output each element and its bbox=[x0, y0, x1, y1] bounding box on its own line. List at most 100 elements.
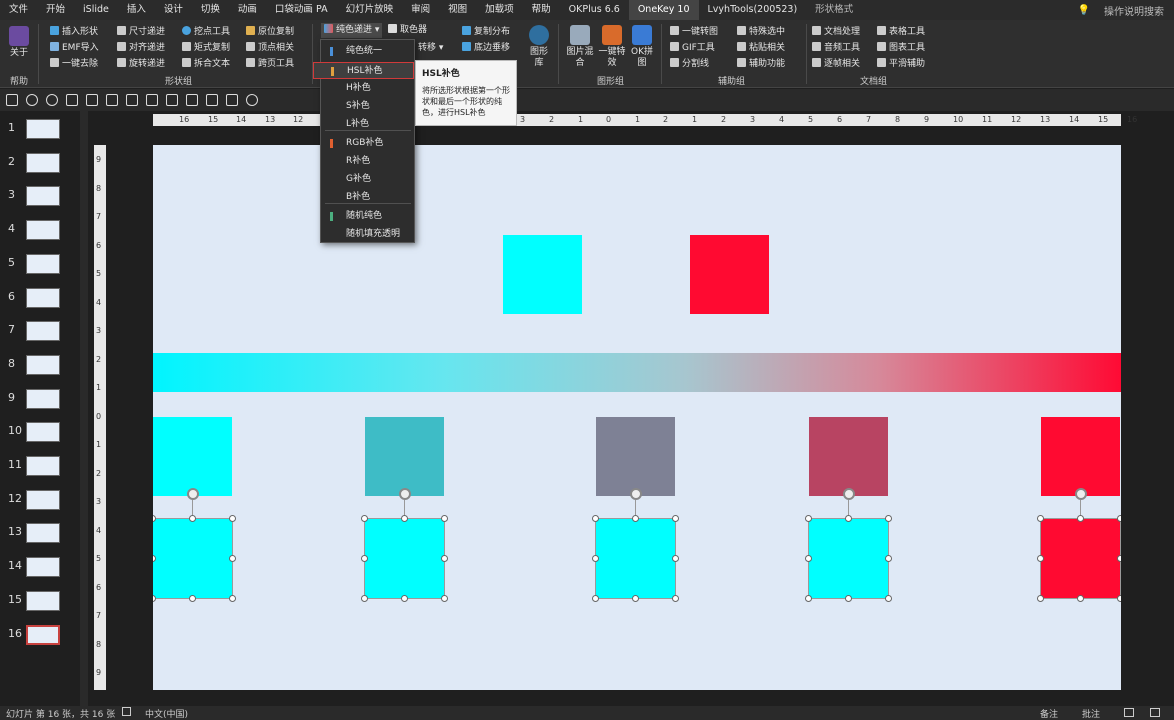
gradient-bar[interactable] bbox=[153, 353, 1121, 392]
resize-handle[interactable] bbox=[1037, 555, 1044, 562]
smooth-aux-button[interactable]: 平滑辅助 bbox=[877, 57, 925, 72]
menu-tab[interactable]: 设计 bbox=[155, 0, 192, 20]
image-merge-button[interactable]: 图片混合 bbox=[564, 25, 596, 69]
slide-thumbnail[interactable]: 15 bbox=[0, 590, 78, 621]
rotate-handle-icon[interactable] bbox=[843, 488, 855, 500]
resize-handle[interactable] bbox=[592, 595, 599, 602]
color-picker-button[interactable]: 取色器 bbox=[388, 23, 427, 38]
slide-thumbnail[interactable]: 9 bbox=[0, 388, 78, 419]
slide-thumbnail[interactable]: 2 bbox=[0, 152, 78, 183]
resize-handle[interactable] bbox=[189, 515, 196, 522]
chart-tool-button[interactable]: 图表工具 bbox=[877, 41, 925, 56]
pointer-icon[interactable] bbox=[106, 94, 118, 106]
menu-tab[interactable]: LvyhTools(200523) bbox=[699, 0, 807, 20]
thumbnail-image[interactable] bbox=[26, 321, 60, 342]
thumbnail-image[interactable] bbox=[26, 354, 60, 375]
slide-thumbnail[interactable]: 5 bbox=[0, 253, 78, 284]
undo-icon[interactable] bbox=[26, 94, 38, 106]
doc-process-button[interactable]: 文档处理 bbox=[812, 25, 860, 40]
dropdown-item[interactable]: H补色 bbox=[321, 80, 414, 97]
resize-handle[interactable] bbox=[885, 595, 892, 602]
menu-tab[interactable]: 帮助 bbox=[523, 0, 560, 20]
resize-handle[interactable] bbox=[361, 595, 368, 602]
size-step-button[interactable]: 尺寸递进 bbox=[117, 25, 165, 40]
resize-handle[interactable] bbox=[805, 555, 812, 562]
resize-handle[interactable] bbox=[229, 595, 236, 602]
rotate-handle-icon[interactable] bbox=[630, 488, 642, 500]
search-label[interactable]: 操作说明搜索 bbox=[1104, 3, 1164, 18]
menu-tab[interactable]: 幻灯片放映 bbox=[337, 0, 403, 20]
thumbnail-image[interactable] bbox=[26, 253, 60, 274]
slide-thumbnail[interactable]: 1 bbox=[0, 119, 78, 149]
thumbnail-image[interactable] bbox=[26, 523, 60, 544]
resize-handle[interactable] bbox=[672, 595, 679, 602]
square-shape[interactable] bbox=[503, 235, 582, 314]
menu-tab[interactable]: OKPlus 6.6 bbox=[560, 0, 629, 20]
resize-handle[interactable] bbox=[845, 595, 852, 602]
group-icon[interactable] bbox=[126, 94, 138, 106]
resize-handle[interactable] bbox=[885, 555, 892, 562]
thumbnail-image[interactable] bbox=[26, 557, 60, 578]
menu-tab[interactable]: OneKey 10 bbox=[628, 0, 699, 20]
one-key-effect-button[interactable]: 一键特效 bbox=[596, 25, 628, 69]
dropdown-item[interactable]: S补色 bbox=[321, 98, 414, 115]
resize-handle[interactable] bbox=[441, 555, 448, 562]
thumbnail-image[interactable] bbox=[26, 422, 60, 443]
resize-handle[interactable] bbox=[632, 515, 639, 522]
divider-line-button[interactable]: 分割线 bbox=[670, 57, 709, 72]
thumbnail-image[interactable] bbox=[26, 287, 60, 308]
menu-tab[interactable]: 文件 bbox=[0, 0, 37, 20]
resize-handle[interactable] bbox=[153, 595, 156, 602]
redo-icon[interactable] bbox=[46, 94, 58, 106]
normal-view-icon[interactable] bbox=[1124, 708, 1134, 717]
resize-handle[interactable] bbox=[805, 515, 812, 522]
square-shape[interactable] bbox=[1041, 417, 1120, 496]
dropdown-item[interactable]: HSL补色 bbox=[313, 62, 414, 79]
convert-image-button[interactable]: 一键转图 bbox=[670, 25, 718, 40]
resize-handle[interactable] bbox=[441, 595, 448, 602]
resize-handle[interactable] bbox=[1077, 595, 1084, 602]
ok-puzzle-button[interactable]: OK拼图 bbox=[628, 25, 656, 69]
bottom-shift-button[interactable]: 底边垂移 bbox=[462, 41, 510, 56]
square-shape[interactable] bbox=[153, 417, 232, 496]
notes-button[interactable]: 备注 bbox=[1040, 707, 1058, 720]
dropdown-item[interactable]: R补色 bbox=[321, 153, 414, 170]
frame-button[interactable]: 逐帧相关 bbox=[812, 57, 860, 72]
resize-handle[interactable] bbox=[229, 555, 236, 562]
resize-handle[interactable] bbox=[592, 555, 599, 562]
slide-thumbnail[interactable]: 12 bbox=[0, 489, 78, 520]
thumbnail-image[interactable] bbox=[26, 388, 60, 409]
resize-handle[interactable] bbox=[1077, 515, 1084, 522]
matrix-copy-button[interactable]: 矩式复制 bbox=[182, 41, 230, 56]
slide-thumbnail[interactable]: 8 bbox=[0, 354, 78, 385]
menu-tab[interactable]: iSlide bbox=[74, 0, 118, 20]
resize-handle[interactable] bbox=[672, 515, 679, 522]
menu-tab[interactable]: 加载项 bbox=[476, 0, 523, 20]
thumbnail-image[interactable] bbox=[26, 456, 60, 476]
shape-library-button[interactable]: 图形库 bbox=[526, 25, 552, 69]
thumbnail-image[interactable] bbox=[26, 152, 60, 173]
sorter-view-icon[interactable] bbox=[1150, 708, 1160, 717]
square-shape[interactable] bbox=[809, 417, 888, 496]
copy-distribute-button[interactable]: 复制分布 bbox=[462, 25, 510, 40]
brush-icon[interactable] bbox=[86, 94, 98, 106]
slide-thumbnail[interactable]: 10 bbox=[0, 422, 78, 452]
rotate-handle-icon[interactable] bbox=[1075, 488, 1087, 500]
slide-thumbnail[interactable]: 4 bbox=[0, 220, 78, 250]
dropdown-item[interactable]: G补色 bbox=[321, 171, 414, 188]
thumbnail-image[interactable] bbox=[26, 489, 60, 510]
square-shape[interactable] bbox=[596, 417, 675, 496]
cross-page-button[interactable]: 跨页工具 bbox=[246, 57, 294, 72]
selection-icon[interactable] bbox=[226, 94, 238, 106]
dropdown-item[interactable]: 纯色统一 bbox=[321, 43, 414, 60]
resize-handle[interactable] bbox=[1117, 555, 1121, 562]
emf-import-button[interactable]: EMF导入 bbox=[50, 41, 99, 56]
thumbnail-image[interactable] bbox=[26, 624, 60, 645]
square-shape[interactable] bbox=[690, 235, 769, 314]
slide-thumbnail[interactable]: 6 bbox=[0, 287, 78, 318]
menu-tab[interactable]: 形状格式 bbox=[806, 0, 862, 20]
rotate-handle-icon[interactable] bbox=[187, 488, 199, 500]
resize-handle[interactable] bbox=[441, 515, 448, 522]
resize-handle[interactable] bbox=[401, 515, 408, 522]
menu-tab[interactable]: 审阅 bbox=[402, 0, 439, 20]
